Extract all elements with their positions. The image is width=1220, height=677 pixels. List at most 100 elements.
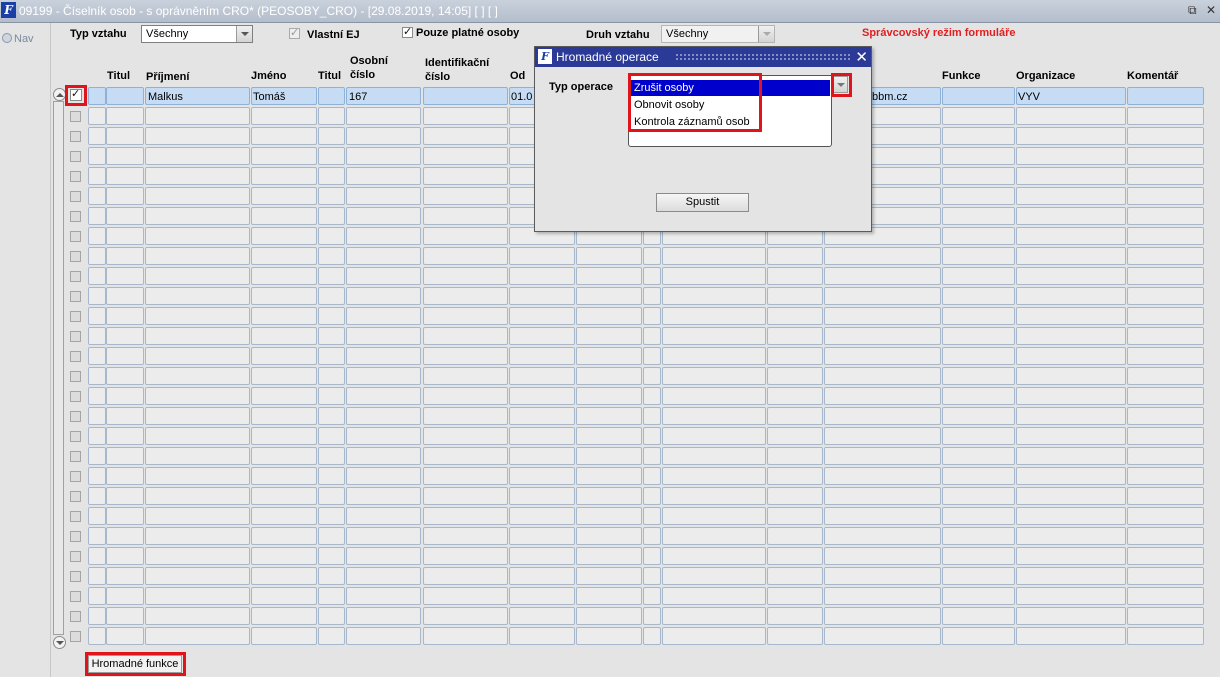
table-cell[interactable]	[88, 467, 106, 485]
table-cell[interactable]	[509, 527, 575, 545]
table-cell[interactable]	[106, 147, 144, 165]
table-cell[interactable]	[88, 387, 106, 405]
table-cell[interactable]	[1016, 187, 1126, 205]
table-cell[interactable]	[88, 567, 106, 585]
table-cell[interactable]	[423, 87, 508, 105]
table-cell[interactable]	[509, 247, 575, 265]
table-cell[interactable]	[318, 527, 345, 545]
table-cell[interactable]	[251, 327, 317, 345]
table-cell[interactable]	[106, 227, 144, 245]
table-cell[interactable]	[145, 427, 250, 445]
table-cell[interactable]	[88, 147, 106, 165]
table-cell[interactable]	[662, 607, 766, 625]
table-cell[interactable]	[423, 147, 508, 165]
table-cell[interactable]	[1016, 207, 1126, 225]
table-cell[interactable]	[145, 307, 250, 325]
table-cell[interactable]	[824, 347, 941, 365]
table-cell[interactable]	[1127, 447, 1204, 465]
table-cell[interactable]	[346, 587, 421, 605]
row-select-checkbox[interactable]	[70, 351, 81, 362]
table-cell[interactable]	[251, 347, 317, 365]
table-cell[interactable]	[145, 127, 250, 145]
table-cell[interactable]	[662, 627, 766, 645]
close-icon[interactable]: ✕	[855, 48, 868, 66]
table-cell[interactable]	[346, 487, 421, 505]
table-cell[interactable]	[145, 387, 250, 405]
row-select-checkbox[interactable]	[70, 371, 81, 382]
vlastni-ej-checkbox[interactable]	[289, 26, 300, 39]
table-cell[interactable]	[1127, 387, 1204, 405]
table-cell[interactable]	[576, 407, 642, 425]
druh-vztahu-select[interactable]: Všechny	[661, 25, 775, 43]
table-cell[interactable]	[509, 367, 575, 385]
row-select-checkbox[interactable]	[70, 471, 81, 482]
table-cell[interactable]	[662, 447, 766, 465]
row-select-checkbox[interactable]	[70, 331, 81, 342]
table-cell[interactable]	[643, 267, 661, 285]
table-cell[interactable]	[251, 507, 317, 525]
table-cell[interactable]	[942, 367, 1015, 385]
table-cell[interactable]	[662, 567, 766, 585]
table-cell[interactable]	[423, 547, 508, 565]
table-cell[interactable]	[509, 287, 575, 305]
table-cell[interactable]	[1127, 227, 1204, 245]
table-cell[interactable]	[576, 367, 642, 385]
table-cell[interactable]	[942, 227, 1015, 245]
table-cell[interactable]	[662, 527, 766, 545]
table-cell[interactable]	[509, 627, 575, 645]
table-cell[interactable]	[824, 567, 941, 585]
table-cell[interactable]	[942, 587, 1015, 605]
table-cell[interactable]	[346, 127, 421, 145]
table-cell[interactable]	[145, 487, 250, 505]
table-cell[interactable]	[942, 267, 1015, 285]
chevron-down-icon[interactable]	[236, 26, 252, 42]
table-cell[interactable]	[1127, 247, 1204, 265]
table-cell[interactable]	[423, 287, 508, 305]
table-cell[interactable]	[88, 87, 106, 105]
table-cell[interactable]	[942, 247, 1015, 265]
table-cell[interactable]	[662, 427, 766, 445]
table-cell[interactable]	[1016, 247, 1126, 265]
table-cell[interactable]	[145, 327, 250, 345]
table-cell[interactable]	[251, 167, 317, 185]
table-cell[interactable]	[942, 307, 1015, 325]
table-cell[interactable]	[824, 507, 941, 525]
table-cell[interactable]	[942, 127, 1015, 145]
table-cell[interactable]	[509, 447, 575, 465]
row-select-checkbox[interactable]	[70, 191, 81, 202]
table-cell[interactable]	[346, 607, 421, 625]
table-cell[interactable]	[145, 287, 250, 305]
table-cell[interactable]	[662, 547, 766, 565]
table-cell[interactable]	[1016, 387, 1126, 405]
table-cell[interactable]	[346, 307, 421, 325]
table-cell[interactable]	[106, 447, 144, 465]
table-cell[interactable]	[106, 327, 144, 345]
row-select-checkbox[interactable]	[70, 151, 81, 162]
table-cell[interactable]	[106, 267, 144, 285]
table-cell[interactable]	[346, 247, 421, 265]
table-cell[interactable]	[423, 567, 508, 585]
table-cell[interactable]	[88, 607, 106, 625]
table-cell[interactable]	[106, 627, 144, 645]
table-cell[interactable]	[767, 527, 823, 545]
table-cell[interactable]	[1016, 407, 1126, 425]
table-cell[interactable]	[643, 427, 661, 445]
table-cell[interactable]	[423, 187, 508, 205]
table-cell[interactable]	[576, 327, 642, 345]
table-cell[interactable]	[1016, 587, 1126, 605]
table-cell[interactable]	[145, 607, 250, 625]
table-cell[interactable]	[145, 187, 250, 205]
table-cell[interactable]	[643, 287, 661, 305]
table-cell[interactable]	[106, 467, 144, 485]
table-cell[interactable]	[662, 387, 766, 405]
dialog-titlebar[interactable]: F Hromadné operace ✕	[535, 47, 871, 67]
table-cell[interactable]	[346, 227, 421, 245]
table-cell[interactable]	[106, 127, 144, 145]
table-cell[interactable]	[145, 167, 250, 185]
vertical-scrollbar[interactable]	[53, 101, 64, 635]
table-cell[interactable]	[643, 627, 661, 645]
table-cell[interactable]	[318, 307, 345, 325]
table-cell[interactable]	[88, 347, 106, 365]
spustit-button[interactable]: Spustit	[656, 193, 749, 212]
table-cell[interactable]	[767, 427, 823, 445]
